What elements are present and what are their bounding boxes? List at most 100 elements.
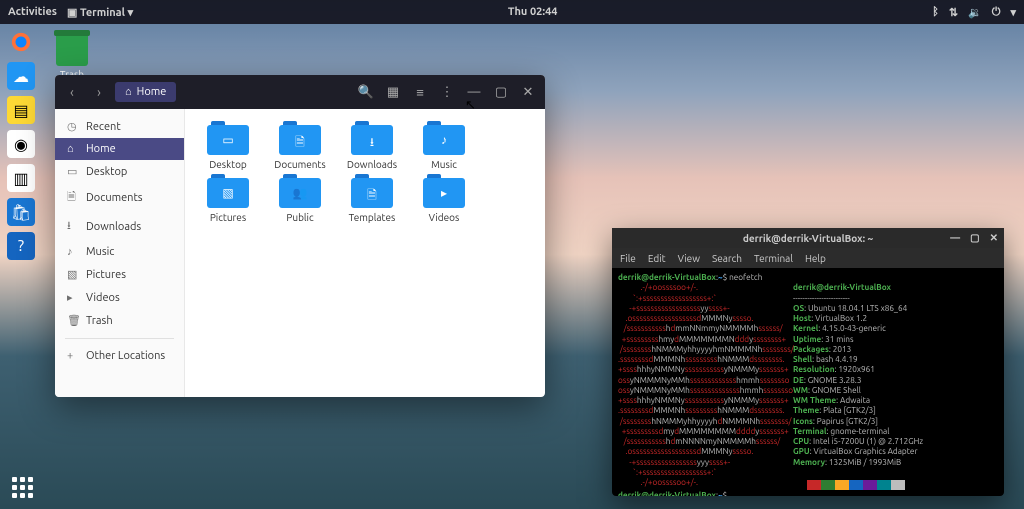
sidebar-item-downloads[interactable]: ⭳ Downloads — [55, 212, 184, 241]
sidebar-item-videos[interactable]: ▸ Videos — [55, 286, 184, 309]
folder-icon: ▭ — [207, 121, 249, 155]
desktop-icon: ▭ — [67, 165, 79, 178]
folder-icon: ▸ — [423, 174, 465, 208]
view-menu-icon[interactable]: ≡ — [409, 81, 431, 103]
folder-videos[interactable]: ▸ Videos — [413, 174, 475, 223]
sidebar-item-label: Pictures — [86, 269, 126, 281]
files-window: ‹ › ⌂ Home 🔍 ▦ ≡ ⋮ — ▢ ✕ ◷Recent⌂Home▭De… — [55, 75, 545, 397]
sidebar-item-documents[interactable]: 🗎 Documents — [55, 183, 184, 212]
view-grid-icon[interactable]: ▦ — [382, 81, 404, 103]
sidebar-item-home[interactable]: ⌂ Home — [55, 138, 184, 160]
trash-icon — [56, 30, 88, 66]
libreoffice-icon[interactable]: ▥ — [7, 164, 35, 192]
sidebar-item-label: Other Locations — [86, 350, 165, 362]
term-minimize-button[interactable]: — — [950, 232, 960, 244]
terminal-body[interactable]: derrik@derrik-VirtualBox:~$ neofetch .-/… — [612, 268, 1004, 496]
folder-label: Templates — [341, 212, 403, 223]
activities-button[interactable]: Activities — [8, 6, 57, 18]
sidebar-item-label: Trash — [86, 315, 113, 327]
term-maximize-button[interactable]: ▢ — [970, 232, 979, 244]
nav-back-button[interactable]: ‹ — [61, 81, 83, 103]
show-applications-button[interactable] — [8, 473, 36, 501]
system-menu-caret[interactable]: ▾ — [1010, 6, 1016, 19]
terminal-window: derrik@derrik-VirtualBox: ~ — ▢ ✕ File Ed… — [612, 228, 1004, 496]
sidebar-item-trash[interactable]: 🗑 Trash — [55, 309, 184, 332]
files-content[interactable]: ▭ Desktop 🗎 Documents ⭳ Downloads ♪ Music ▧ Pictu… — [185, 109, 545, 397]
folder-icon: 👥 — [279, 174, 321, 208]
search-icon[interactable]: 🔍 — [355, 81, 377, 103]
folder-icon: ⭳ — [351, 121, 393, 155]
minimize-button[interactable]: — — [463, 81, 485, 103]
folder-documents[interactable]: 🗎 Documents — [269, 121, 331, 170]
term-menu-terminal[interactable]: Terminal — [754, 253, 793, 264]
folder-desktop[interactable]: ▭ Desktop — [197, 121, 259, 170]
recent-icon: ◷ — [67, 120, 79, 133]
sidebar-item-recent[interactable]: ◷ Recent — [55, 115, 184, 138]
bluetooth-icon[interactable]: ᛒ — [932, 6, 939, 18]
files-headerbar: ‹ › ⌂ Home 🔍 ▦ ≡ ⋮ — ▢ ✕ — [55, 75, 545, 109]
folder-label: Pictures — [197, 212, 259, 223]
folder-icon: 🗎 — [351, 174, 393, 208]
folder-label: Desktop — [197, 159, 259, 170]
nav-forward-button[interactable]: › — [88, 81, 110, 103]
folder-icon: ♪ — [423, 121, 465, 155]
help-icon[interactable]: ? — [7, 232, 35, 260]
network-icon[interactable]: ⇅ — [949, 6, 958, 19]
sidebar-item-label: Videos — [86, 292, 120, 304]
sidebar-item-music[interactable]: ♪ Music — [55, 241, 184, 263]
pictures-icon: ▧ — [67, 268, 79, 281]
sidebar-other-locations[interactable]: +Other Locations — [55, 345, 184, 367]
sidebar-item-pictures[interactable]: ▧ Pictures — [55, 263, 184, 286]
term-menu-edit[interactable]: Edit — [648, 253, 666, 264]
trash-desktop-icon[interactable]: Trash — [56, 30, 88, 80]
terminal-title: derrik@derrik-VirtualBox: ~ — [743, 233, 873, 244]
terminal-menubar: File Edit View Search Terminal Help — [612, 248, 1004, 268]
folder-icon: 🗎 — [279, 121, 321, 155]
folder-templates[interactable]: 🗎 Templates — [341, 174, 403, 223]
term-menu-help[interactable]: Help — [805, 253, 826, 264]
weather-icon[interactable]: ☁ — [7, 62, 35, 90]
terminal-titlebar: derrik@derrik-VirtualBox: ~ — ▢ ✕ — [612, 228, 1004, 248]
system-monitor-icon[interactable]: ▤ — [7, 96, 35, 124]
folder-pictures[interactable]: ▧ Pictures — [197, 174, 259, 223]
term-menu-search[interactable]: Search — [712, 253, 742, 264]
folder-downloads[interactable]: ⭳ Downloads — [341, 121, 403, 170]
power-icon[interactable]: ⏻ — [992, 6, 1001, 19]
downloads-icon: ⭳ — [67, 217, 79, 236]
firefox-icon[interactable] — [7, 28, 35, 56]
sidebar-item-label: Home — [86, 143, 116, 155]
folder-music[interactable]: ♪ Music — [413, 121, 475, 170]
folder-public[interactable]: 👥 Public — [269, 174, 331, 223]
folder-label: Videos — [413, 212, 475, 223]
folder-label: Music — [413, 159, 475, 170]
trash-icon: 🗑 — [67, 314, 79, 327]
folder-label: Public — [269, 212, 331, 223]
folder-label: Downloads — [341, 159, 403, 170]
app-menu-label: Terminal ▾ — [80, 7, 133, 19]
folder-label: Documents — [269, 159, 331, 170]
software-icon[interactable]: 🛍 — [7, 198, 35, 226]
hamburger-icon[interactable]: ⋮ — [436, 81, 458, 103]
sidebar-item-label: Recent — [86, 121, 121, 133]
dock: ☁ ▤ ◉ ▥ 🛍 ? — [0, 24, 42, 260]
term-menu-file[interactable]: File — [620, 253, 636, 264]
sidebar-item-label: Downloads — [86, 221, 141, 233]
sidebar-item-label: Music — [86, 246, 114, 258]
sidebar-item-desktop[interactable]: ▭Desktop — [55, 160, 184, 183]
close-button[interactable]: ✕ — [517, 81, 539, 103]
videos-icon: ▸ — [67, 291, 79, 304]
folder-icon: ▧ — [207, 174, 249, 208]
path-bar[interactable]: ⌂ Home — [115, 82, 176, 102]
sidebar-item-label: Documents — [86, 192, 143, 204]
files-sidebar: ◷ Recent ⌂ Home ▭Desktop 🗎 Documents ⭳ Downloads… — [55, 109, 185, 397]
home-icon: ⌂ — [67, 143, 79, 155]
term-close-button[interactable]: ✕ — [990, 232, 998, 244]
volume-icon[interactable]: 🔉 — [968, 6, 982, 19]
app-menu[interactable]: ▣ Terminal ▾ — [67, 6, 133, 19]
documents-icon: 🗎 — [67, 188, 79, 207]
rhythmbox-icon[interactable]: ◉ — [7, 130, 35, 158]
term-menu-view[interactable]: View — [678, 253, 700, 264]
clock[interactable]: Thu 02:44 — [508, 6, 558, 18]
maximize-button[interactable]: ▢ — [490, 81, 512, 103]
music-icon: ♪ — [67, 246, 79, 258]
